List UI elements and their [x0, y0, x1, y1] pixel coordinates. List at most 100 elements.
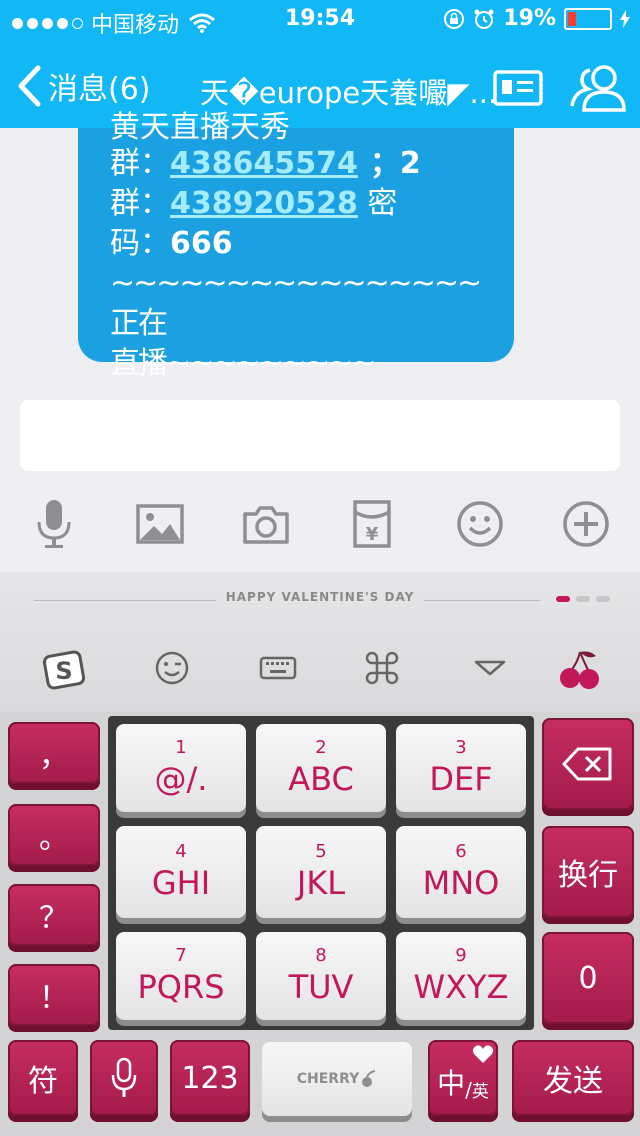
send-key[interactable]: 发送	[512, 1040, 634, 1116]
key-number: 2	[315, 737, 327, 758]
key-6[interactable]: 6 MNO	[396, 826, 526, 918]
sogou-logo-button[interactable]: S	[42, 648, 86, 690]
key-5[interactable]: 5 JKL	[256, 826, 386, 918]
key-number: 1	[175, 737, 187, 758]
key-label: 123	[181, 1060, 239, 1096]
key-number: 7	[175, 945, 187, 966]
key-label: @/.	[154, 760, 208, 798]
text-suffix: ；2	[369, 146, 421, 181]
charging-icon	[620, 9, 630, 28]
status-right: 19%	[443, 6, 630, 31]
command-icon	[365, 651, 399, 685]
message-bubble[interactable]: 黄天直播天秀 群：438645574 ；2 群：438920528 密 码：666…	[78, 110, 514, 381]
key-number: 9	[455, 945, 467, 966]
key-label: TUV	[288, 968, 354, 1006]
password-value: 666	[170, 226, 233, 261]
key-2[interactable]: 2 ABC	[256, 724, 386, 812]
space-brand-label: CHERRY	[296, 1071, 360, 1087]
rotation-lock-icon	[444, 8, 465, 29]
chevron-left-icon	[18, 65, 41, 107]
keyboard-tools: S	[0, 642, 640, 692]
text-suffix: 密	[357, 186, 398, 221]
period-key[interactable]: 。	[8, 804, 100, 866]
symbol-key[interactable]: 符	[8, 1040, 78, 1116]
enter-key[interactable]: 换行	[542, 826, 634, 918]
exclamation-key[interactable]: ！	[8, 964, 100, 1026]
key-label: PQRS	[137, 968, 225, 1006]
key-number: 8	[315, 945, 327, 966]
group-members-button[interactable]	[570, 62, 626, 114]
back-button[interactable]: 消息(6)	[16, 64, 151, 108]
voice-input-key[interactable]	[90, 1040, 158, 1116]
key-label: ？	[39, 901, 69, 936]
svg-text:¥: ¥	[366, 524, 379, 545]
message-line-5: 直播~~~~~~~~~	[110, 346, 376, 381]
more-button[interactable]	[560, 498, 612, 550]
key-3[interactable]: 3 DEF	[396, 724, 526, 812]
voice-button[interactable]	[28, 498, 80, 550]
chat-toolbar: ¥	[0, 490, 640, 560]
key-label: JKL	[296, 864, 346, 902]
message-line-2: 群：438920528 密	[110, 184, 494, 224]
heart-icon	[472, 1045, 494, 1063]
key-label: 符	[28, 1064, 58, 1099]
key-9[interactable]: 9 WXYZ	[396, 932, 526, 1020]
key-label: ，	[39, 739, 69, 774]
message-partial-line: 黄天直播天秀	[110, 110, 290, 144]
key-1[interactable]: 1 @/.	[116, 724, 246, 812]
label-group: 群：	[110, 146, 170, 181]
back-label: 消息(6)	[48, 72, 151, 107]
camera-button[interactable]	[240, 498, 292, 550]
chat-title[interactable]: 天�europe天養㘙◤...	[200, 70, 497, 112]
zero-key[interactable]: 0	[542, 932, 634, 1024]
emoji-button[interactable]	[454, 498, 506, 550]
key-label: GHI	[151, 864, 211, 902]
comma-key[interactable]: ，	[8, 722, 100, 784]
key-label: WXYZ	[413, 968, 509, 1006]
message-input[interactable]	[20, 400, 620, 471]
message-text: 黄天直播天秀 群：438645574 ；2 群：438920528 密 码：666…	[110, 108, 494, 384]
key-7[interactable]: 7 PQRS	[116, 932, 246, 1020]
message-line-1: 群：438645574 ；2	[110, 144, 494, 184]
key-number: 3	[455, 737, 467, 758]
key-8[interactable]: 8 TUV	[256, 932, 386, 1020]
svg-text:S: S	[55, 657, 72, 685]
key-label: 0	[578, 960, 598, 996]
camera-icon	[243, 506, 289, 544]
key-4[interactable]: 4 GHI	[116, 826, 246, 918]
group-number-link[interactable]: 438920528	[170, 186, 358, 221]
profile-card-button[interactable]	[492, 62, 544, 114]
group-number-link[interactable]: 438645574	[170, 146, 358, 181]
skin-button[interactable]	[558, 648, 599, 689]
wink-emoji-icon	[155, 651, 189, 685]
key-label: ！	[39, 981, 69, 1016]
battery-icon	[564, 7, 612, 30]
keyboard-switch-button[interactable]	[258, 648, 298, 688]
number-key[interactable]: 123	[170, 1040, 250, 1116]
key-label: ABC	[288, 760, 354, 798]
key-label: MNO	[422, 864, 500, 902]
add-icon	[563, 501, 609, 547]
divider	[424, 600, 540, 601]
question-key[interactable]: ？	[8, 884, 100, 946]
key-number: 6	[455, 841, 467, 862]
user-icon	[570, 65, 626, 112]
battery-percent: 19%	[503, 6, 556, 31]
red-packet-button[interactable]: ¥	[346, 498, 398, 550]
cherry-icon	[560, 651, 599, 689]
lang-sub-label: 英	[471, 1082, 489, 1102]
backspace-key[interactable]	[542, 718, 634, 810]
image-button[interactable]	[134, 498, 186, 550]
emoji-panel-button[interactable]	[152, 648, 192, 688]
message-line-3: 码：666	[110, 224, 494, 264]
keyboard-icon	[259, 656, 297, 680]
hide-keyboard-button[interactable]	[470, 648, 510, 688]
language-switch-key[interactable]: 中 / 英	[428, 1040, 498, 1116]
microphone-icon	[111, 1057, 137, 1097]
label-group: 群：	[110, 186, 170, 221]
key-number: 5	[315, 841, 327, 862]
space-key[interactable]: CHERRY	[262, 1042, 412, 1116]
keyboard-header: HAPPY VALENTINE'S DAY S	[0, 572, 640, 712]
command-button[interactable]	[362, 648, 402, 688]
emoji-icon	[457, 501, 503, 547]
